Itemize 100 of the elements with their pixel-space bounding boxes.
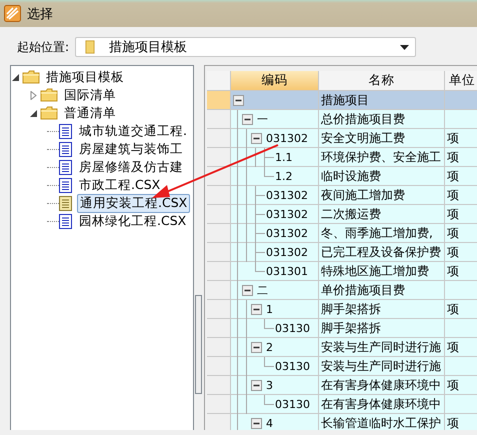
tree-item[interactable]: 房屋建筑与装饰工 (77, 140, 185, 158)
collapse-icon[interactable] (251, 132, 262, 144)
tree-item[interactable]: 城市轨道交通工程. (77, 122, 189, 140)
unit-cell: 项 (445, 376, 477, 395)
name-cell: 环境保护费、安全施工 (319, 148, 445, 167)
unit-cell (445, 319, 477, 338)
dropdown-arrow-icon[interactable] (400, 44, 410, 50)
collapse-icon[interactable] (251, 418, 262, 428)
collapse-icon[interactable] (251, 342, 262, 352)
row-header-cell[interactable] (207, 376, 231, 395)
code-cell: 1.2 (231, 167, 319, 186)
tree-item[interactable]: 措施项目模板 (44, 68, 126, 86)
row-header-cell[interactable] (207, 110, 231, 129)
row-header-cell[interactable] (207, 300, 231, 319)
unit-cell (445, 395, 477, 414)
unit-cell: 项 (445, 186, 477, 205)
row-header-cell[interactable] (207, 129, 231, 148)
document-icon (59, 124, 72, 138)
unit-cell: 项 (445, 167, 477, 186)
row-header-cell[interactable] (207, 243, 231, 262)
collapse-icon[interactable] (251, 380, 262, 390)
document-icon (59, 214, 72, 228)
name-cell: 长输管道临时水工保护 (319, 414, 445, 430)
tree-item[interactable]: 国际清单 (62, 86, 118, 104)
tree-item[interactable]: 普通清单 (62, 104, 118, 122)
name-cell: 在有害身体健康环境中 (319, 395, 445, 414)
name-cell: 夜间施工增加费 (319, 186, 445, 205)
collapse-icon[interactable] (242, 284, 253, 296)
folder-icon (40, 106, 58, 120)
name-cell: 总价措施项目费 (319, 110, 445, 129)
column-header[interactable]: 名称 (319, 71, 445, 91)
collapsed-arrow-icon[interactable] (29, 90, 38, 100)
corner-header-cell (207, 71, 231, 91)
unit-cell: 项 (445, 224, 477, 243)
code-cell: 1.1 (231, 148, 319, 167)
collapse-icon[interactable] (233, 94, 244, 106)
name-cell: 特殊地区施工增加费 (319, 262, 445, 281)
code-cell: 4 (231, 414, 319, 430)
row-header-cell[interactable] (207, 319, 231, 338)
tree-item[interactable]: 房屋修缮及仿古建 (77, 158, 185, 176)
row-header-cell[interactable] (207, 205, 231, 224)
document-icon (59, 196, 72, 210)
name-cell: 二次搬运费 (319, 205, 445, 224)
name-cell: 在有害身体健康环境中 (319, 376, 445, 395)
start-location-label: 起始位置: (17, 38, 70, 56)
unit-cell (445, 110, 477, 129)
document-icon (59, 142, 72, 156)
folder-icon (22, 70, 40, 84)
row-header-cell[interactable] (207, 91, 231, 110)
code-cell: 2 (231, 338, 319, 357)
name-cell: 脚手架搭拆 (319, 300, 445, 319)
start-location-dropdown[interactable]: 措施项目模板 (75, 37, 416, 57)
folder-icon (40, 88, 58, 102)
code-cell: 031302 (231, 186, 319, 205)
column-header[interactable]: 编码 (231, 71, 319, 91)
document-icon (59, 178, 72, 192)
document-icon (59, 160, 72, 174)
name-cell: 安全文明施工费 (319, 129, 445, 148)
window-title: 选择 (27, 6, 53, 22)
row-header-cell[interactable] (207, 224, 231, 243)
code-cell: 031302 (231, 129, 319, 148)
name-cell: 冬、雨季施工增加费, (319, 224, 445, 243)
unit-cell: 项 (445, 243, 477, 262)
row-header-cell[interactable] (207, 167, 231, 186)
name-cell: 临时设施费 (319, 167, 445, 186)
name-cell: 措施项目 (319, 91, 445, 110)
expanded-arrow-icon[interactable] (11, 72, 20, 82)
unit-cell: 项 (445, 262, 477, 281)
unit-cell (445, 357, 477, 376)
collapse-icon[interactable] (242, 114, 253, 124)
unit-cell: 项 (445, 129, 477, 148)
column-header[interactable]: 单位 (445, 71, 477, 91)
row-header-cell[interactable] (207, 281, 231, 300)
row-header-cell[interactable] (207, 262, 231, 281)
code-cell: 031302 (231, 243, 319, 262)
scrollbar-thumb[interactable] (195, 295, 202, 394)
unit-cell: 项 (445, 414, 477, 430)
code-cell: 031301 (231, 262, 319, 281)
row-header-cell[interactable] (207, 395, 231, 414)
expanded-arrow-icon[interactable] (29, 108, 38, 118)
code-cell: 一 (231, 110, 319, 129)
row-header-cell[interactable] (207, 357, 231, 376)
name-cell: 已完工程及设备保护费 (319, 243, 445, 262)
name-cell: 安装与生产同时进行施 (319, 357, 445, 376)
tree-item[interactable]: 通用安装工程.CSX (77, 194, 190, 212)
unit-cell: 项 (445, 205, 477, 224)
row-header-cell[interactable] (207, 338, 231, 357)
row-header-cell[interactable] (207, 186, 231, 205)
code-cell: 03130 (231, 357, 319, 376)
row-header-cell[interactable] (207, 148, 231, 167)
tree-item[interactable]: 园林绿化工程.CSX (77, 212, 188, 230)
code-cell: 3 (231, 376, 319, 395)
unit-cell: 项 (445, 338, 477, 357)
tree-item[interactable]: 市政工程.CSX (77, 176, 162, 194)
code-cell: 031302 (231, 224, 319, 243)
unit-cell: 项 (445, 300, 477, 319)
code-cell: 03130 (231, 319, 319, 338)
collapse-icon[interactable] (251, 304, 262, 314)
code-cell: 1 (231, 300, 319, 319)
unit-cell: 项 (445, 148, 477, 167)
